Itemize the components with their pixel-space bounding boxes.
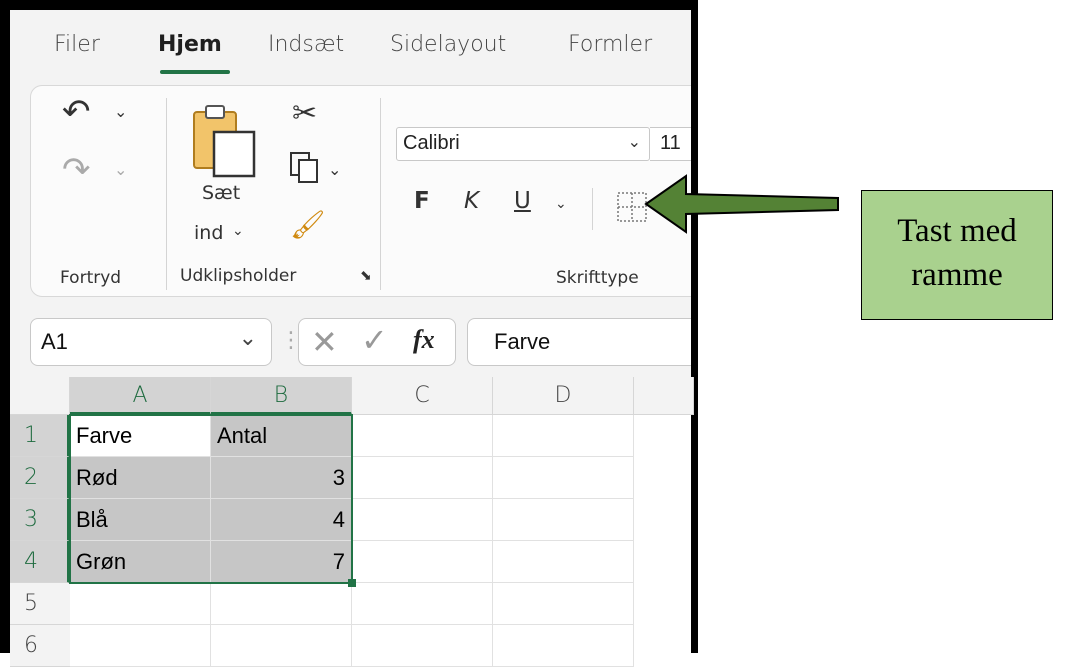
select-all-corner[interactable] [10, 377, 70, 415]
cell-a4[interactable]: Grøn [70, 541, 211, 583]
callout-line1: Tast med [897, 213, 1017, 249]
chevron-down-icon[interactable]: ⌄ [114, 160, 127, 179]
column-header-e[interactable] [634, 377, 694, 415]
underline-button[interactable]: U [514, 188, 531, 214]
chevron-down-icon[interactable]: ⌄ [328, 160, 341, 179]
column-header-b[interactable]: B [211, 377, 352, 415]
row-header-4[interactable]: 4 [10, 541, 70, 583]
group-divider [166, 98, 167, 290]
cell-a3[interactable]: Blå [70, 499, 211, 541]
tab-indsaet[interactable]: Indsæt [268, 32, 344, 57]
chevron-down-icon[interactable]: ⌄ [239, 325, 257, 351]
column-header-a[interactable]: A [70, 377, 211, 415]
chevron-down-icon[interactable]: ⌄ [114, 102, 127, 121]
confirm-icon[interactable]: ✓ [361, 321, 388, 359]
group-label-font: Skrifttype [556, 268, 639, 288]
cell-a5[interactable] [70, 583, 211, 625]
chevron-down-icon[interactable]: ⌄ [232, 223, 244, 239]
cell-d6[interactable] [493, 625, 634, 667]
format-painter-icon[interactable]: 🖌 [290, 208, 326, 241]
cell-c6[interactable] [352, 625, 493, 667]
font-size-value: 11 [660, 132, 681, 154]
active-tab-indicator [160, 70, 230, 74]
cell-d2[interactable] [493, 457, 634, 499]
chevron-down-icon[interactable]: ⌄ [555, 196, 567, 212]
row-header-1[interactable]: 1 [10, 415, 70, 457]
formula-buttons: ✕ ✓ fx [298, 318, 456, 366]
cell-c4[interactable] [352, 541, 493, 583]
fill-handle[interactable] [348, 579, 356, 587]
tab-hjem[interactable]: Hjem [158, 32, 222, 57]
paste-label-line2[interactable]: ind [194, 222, 223, 244]
cell-a2[interactable]: Rød [70, 457, 211, 499]
tab-sidelayout[interactable]: Sidelayout [390, 32, 506, 57]
font-size-select[interactable]: 11 [650, 127, 691, 161]
column-header-c[interactable]: C [352, 377, 493, 415]
font-name-value: Calibri [403, 132, 460, 154]
row-header-6[interactable]: 6 [10, 625, 70, 667]
paste-icon[interactable] [190, 102, 262, 182]
paste-label-line1[interactable]: Sæt [202, 182, 240, 204]
cell-c5[interactable] [352, 583, 493, 625]
cell-d5[interactable] [493, 583, 634, 625]
divider [592, 188, 593, 230]
spreadsheet-grid: A B C D 1 2 3 4 5 6 Farve Antal Rød 3 Bl… [10, 377, 694, 667]
chevron-down-icon[interactable]: ⌄ [628, 132, 641, 152]
name-box[interactable]: A1 ⌄ [30, 318, 272, 366]
column-header-d[interactable]: D [493, 377, 634, 415]
callout-label: Tast med ramme [861, 190, 1053, 320]
row-header-5[interactable]: 5 [10, 583, 70, 625]
cell-b4[interactable]: 7 [211, 541, 352, 583]
name-box-value: A1 [41, 329, 68, 354]
cell-d4[interactable] [493, 541, 634, 583]
undo-icon[interactable]: ↶ [62, 92, 91, 132]
bold-button[interactable]: F [414, 188, 430, 214]
cell-b3[interactable]: 4 [211, 499, 352, 541]
pointer-arrow [644, 174, 839, 234]
cell-c3[interactable] [352, 499, 493, 541]
row-header-2[interactable]: 2 [10, 457, 70, 499]
cell-b2[interactable]: 3 [211, 457, 352, 499]
tab-formler[interactable]: Formler [568, 32, 652, 57]
cell-c1[interactable] [352, 415, 493, 457]
callout-line2: ramme [911, 257, 1003, 293]
font-name-select[interactable]: Calibri ⌄ [396, 127, 650, 161]
cell-d3[interactable] [493, 499, 634, 541]
copy-icon[interactable] [288, 150, 322, 186]
italic-button[interactable]: K [464, 188, 479, 214]
group-label-clipboard: Udklipsholder [180, 266, 297, 286]
group-label-undo: Fortryd [60, 268, 122, 288]
cell-b6[interactable] [211, 625, 352, 667]
excel-screenshot: Filer Hjem Indsæt Sidelayout Formler ↶ ⌄… [0, 0, 698, 667]
cell-a1[interactable]: Farve [70, 415, 211, 457]
group-divider [380, 98, 381, 290]
cell-b5[interactable] [211, 583, 352, 625]
cell-d1[interactable] [493, 415, 634, 457]
formula-input[interactable]: Farve [467, 318, 691, 366]
insert-function-icon[interactable]: fx [413, 325, 435, 355]
tab-filer[interactable]: Filer [54, 32, 100, 57]
cell-b1[interactable]: Antal [211, 415, 352, 457]
redo-icon[interactable]: ↷ [62, 150, 91, 190]
cell-c2[interactable] [352, 457, 493, 499]
dialog-launcher-icon[interactable]: ⬊ [360, 268, 372, 284]
cell-a6[interactable] [70, 625, 211, 667]
formula-value: Farve [494, 329, 551, 354]
cancel-icon[interactable]: ✕ [311, 323, 338, 361]
row-header-3[interactable]: 3 [10, 499, 70, 541]
cut-icon[interactable]: ✂ [292, 96, 317, 131]
